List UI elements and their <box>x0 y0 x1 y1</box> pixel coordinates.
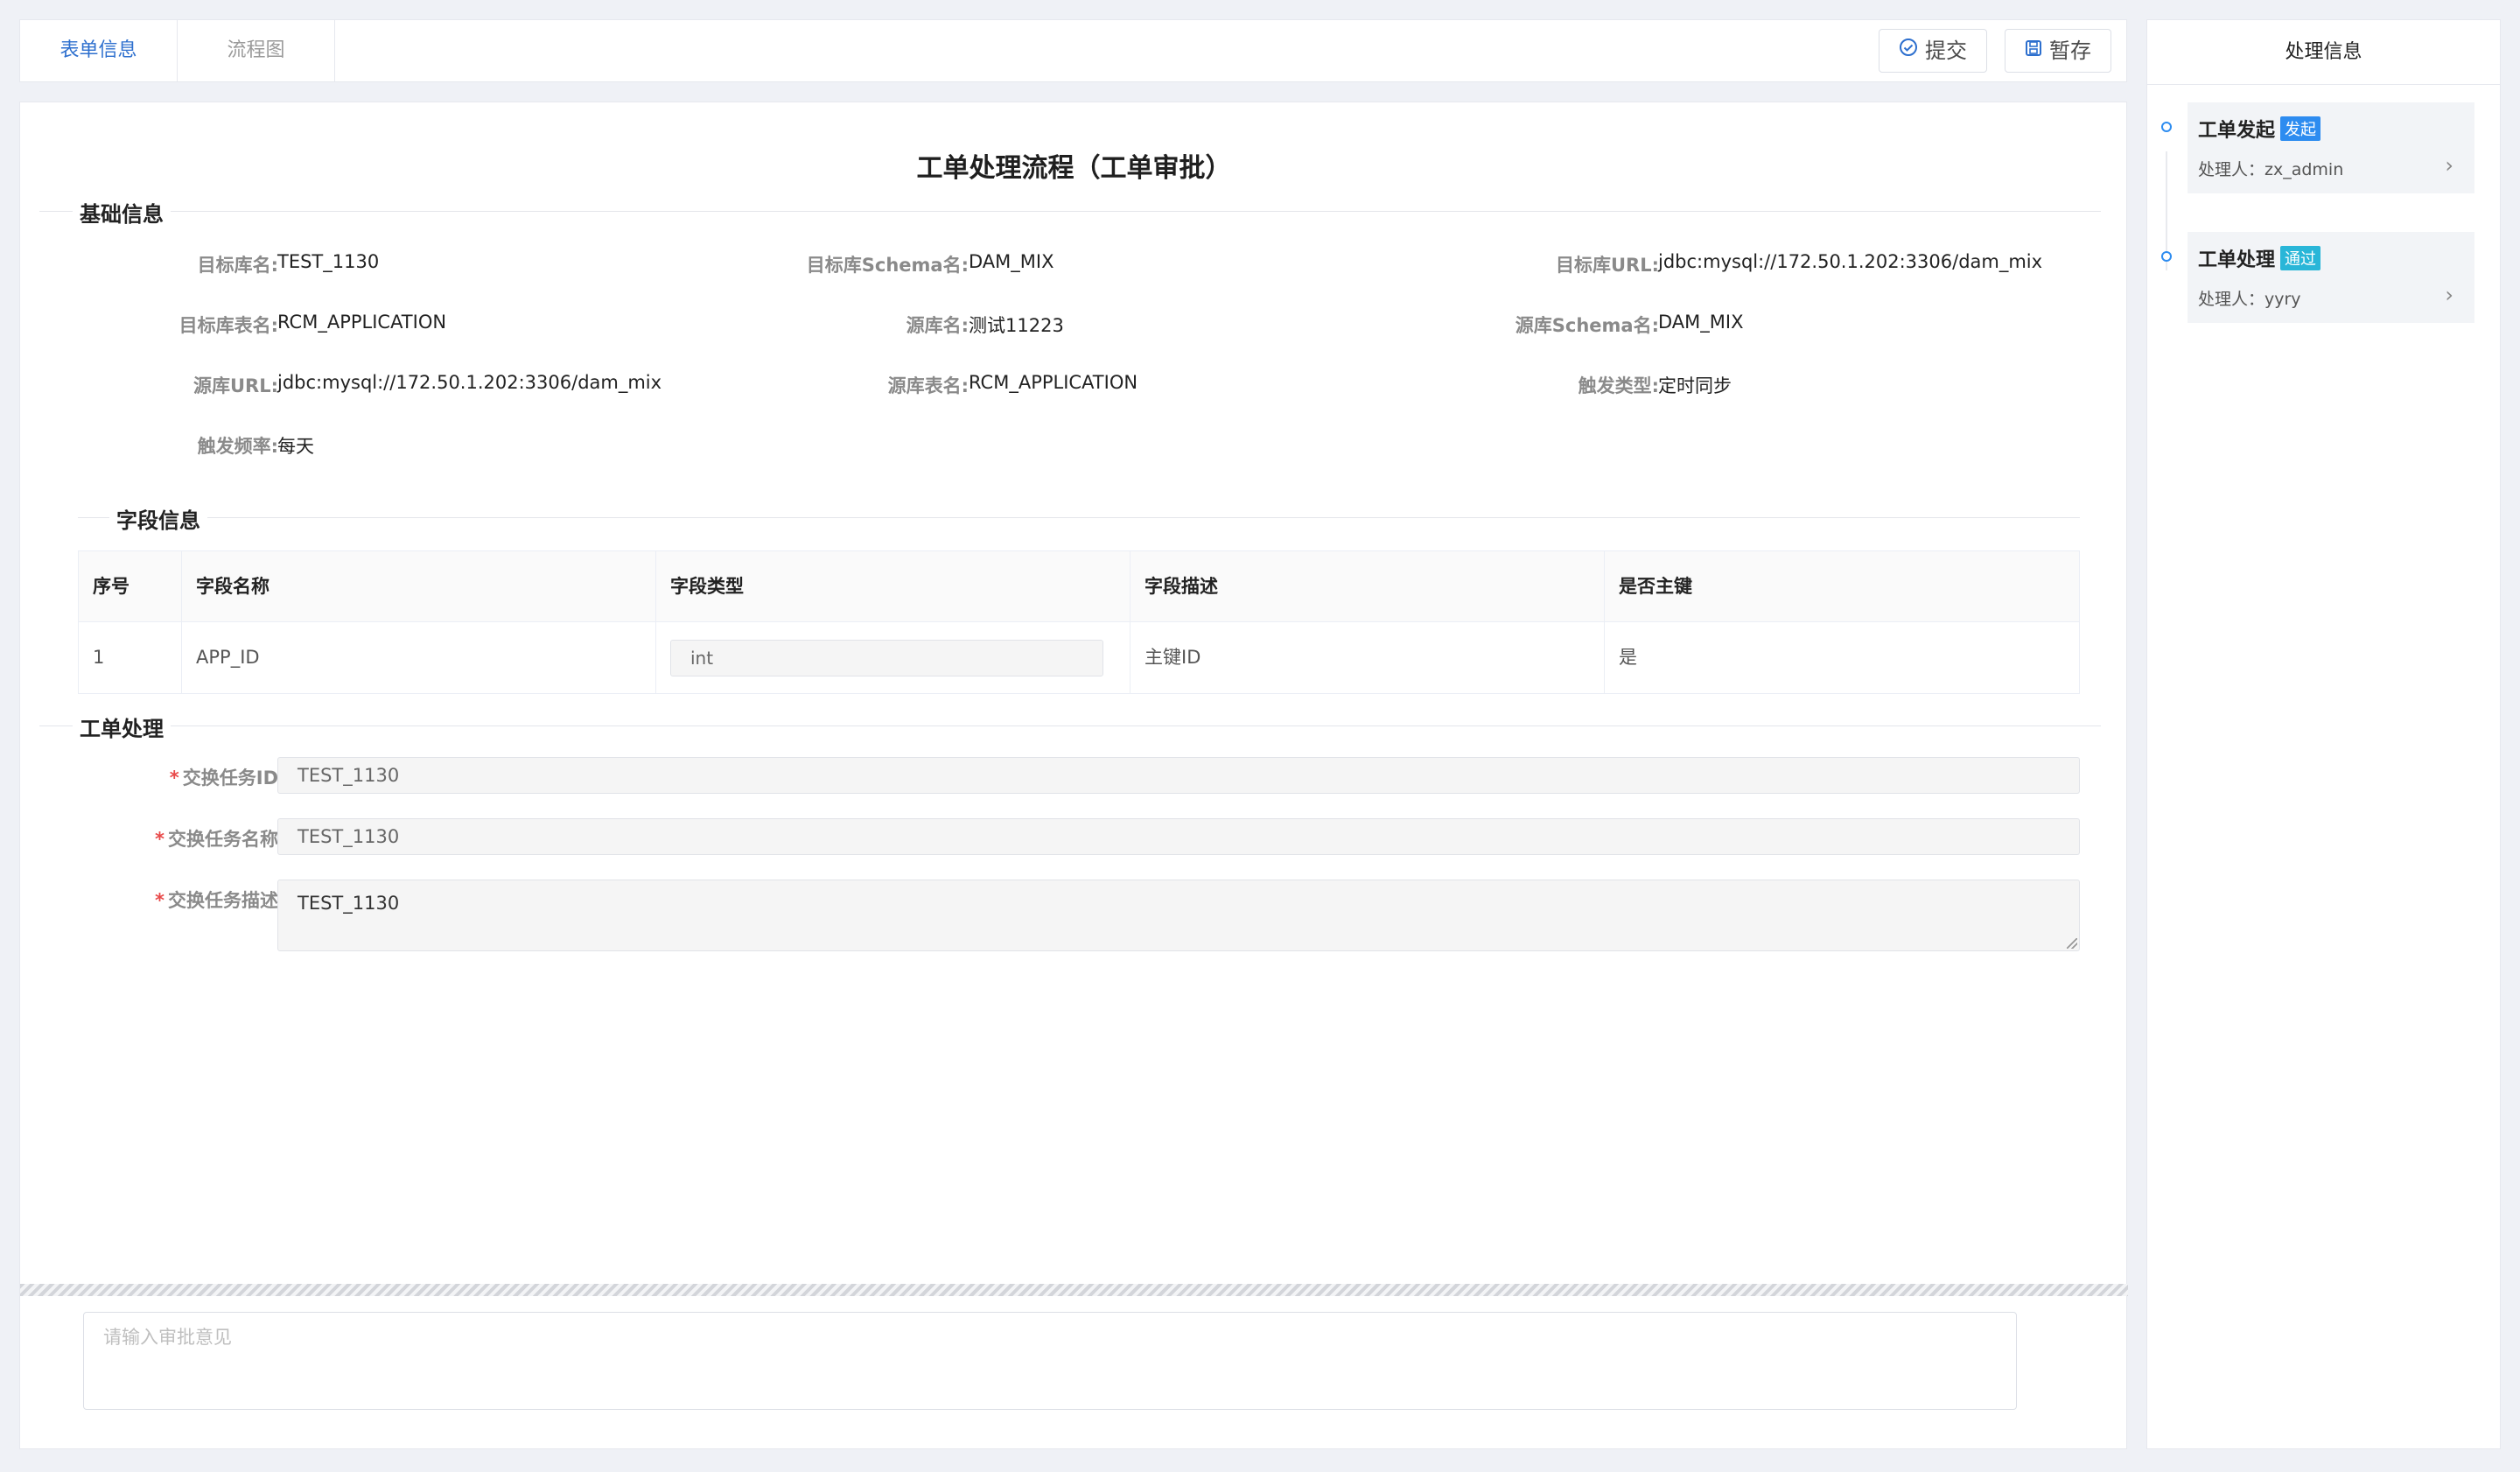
cell-field-type: int <box>656 622 1130 693</box>
cell-no: 1 <box>79 622 182 693</box>
task-desc-textarea[interactable]: TEST_1130 <box>277 880 2080 951</box>
submit-button[interactable]: 提交 <box>1879 29 1987 73</box>
required-mark: * <box>155 890 164 911</box>
task-id-label: * 交换任务ID <box>169 768 278 789</box>
splitter-handle[interactable] <box>20 1284 2128 1296</box>
column-header: 字段描述 <box>1130 551 1605 622</box>
column-header: 是否主键 <box>1619 576 1692 597</box>
field-type-input[interactable]: int <box>670 640 1103 676</box>
field-label: 源库表名: <box>887 375 969 396</box>
task-name-input[interactable]: TEST_1130 <box>277 818 2080 855</box>
column-header: 序号 <box>79 551 182 622</box>
approval-opinion-input[interactable]: 请输入审批意见 <box>83 1312 2017 1410</box>
tab-form-info[interactable]: 表单信息 <box>20 20 178 81</box>
field-value: jdbc:mysql://172.50.1.202:3306/dam_mix <box>277 372 662 393</box>
field-label: 目标库名: <box>197 255 278 276</box>
field-value: DAM_MIX <box>1658 312 1744 333</box>
section-title-basic: 基础信息 <box>73 197 171 228</box>
required-mark: * <box>169 768 179 789</box>
field-value: TEST_1130 <box>277 251 380 272</box>
column-header: 字段名称 <box>182 551 656 622</box>
timeline-step-initiate[interactable]: 工单发起 发起 处理人：zx_admin › <box>2188 102 2474 193</box>
page-title: 工单处理流程（工单审批） <box>916 153 1232 184</box>
field-label: 目标库表名: <box>178 315 278 336</box>
timeline-step-process[interactable]: 工单处理 通过 处理人：yyry › <box>2188 232 2474 323</box>
timeline-dot <box>2161 122 2172 132</box>
cell-primary-key: 是 <box>1619 647 1637 668</box>
task-desc-value: TEST_1130 <box>298 893 400 914</box>
section-title-process: 工单处理 <box>73 711 171 742</box>
table-row: 1 APP_ID int 主键ID 是 <box>79 622 2079 693</box>
task-id-input[interactable]: TEST_1130 <box>277 757 2080 794</box>
status-badge: 发起 <box>2280 116 2321 141</box>
processing-info-panel: 处理信息 工单发起 发起 处理人：zx_admin › 工单处理 通过 处理人：… <box>2146 19 2501 1449</box>
field-label: 源库Schema名: <box>1515 315 1659 336</box>
field-label: 目标库Schema名: <box>806 255 969 276</box>
main-form-card: 工单处理流程（工单审批） 基础信息 目标库名: TEST_1130 目标库Sch… <box>19 102 2128 1449</box>
tab-bar: 表单信息 流程图 提交 暂存 <box>19 19 2127 82</box>
field-value: 每天 <box>277 436 314 457</box>
field-value: 测试11223 <box>969 315 1064 336</box>
status-badge: 通过 <box>2280 246 2321 270</box>
chevron-right-icon[interactable]: › <box>2445 153 2454 178</box>
save-draft-button[interactable]: 暂存 <box>2005 29 2111 73</box>
resize-handle-icon[interactable] <box>2067 938 2077 949</box>
section-divider <box>39 725 2101 726</box>
cell-field-name: APP_ID <box>182 622 656 693</box>
field-value: jdbc:mysql://172.50.1.202:3306/dam_mix <box>1658 251 2043 272</box>
task-name-label: * 交换任务名称 <box>155 829 278 850</box>
field-label: 源库URL: <box>192 375 278 396</box>
field-label: 触发类型: <box>1578 375 1659 396</box>
field-label: 源库名: <box>906 315 969 336</box>
save-icon <box>2025 30 2042 72</box>
tab-flowchart[interactable]: 流程图 <box>178 20 335 81</box>
field-value: 定时同步 <box>1658 375 1732 396</box>
field-value: RCM_APPLICATION <box>277 312 447 333</box>
step-handler: 处理人：yyry <box>2198 290 2301 309</box>
cell-field-desc: 主键ID <box>1130 622 1605 693</box>
step-title: 工单处理 <box>2198 249 2276 271</box>
field-value: DAM_MIX <box>969 251 1054 272</box>
chevron-right-icon[interactable]: › <box>2445 283 2454 307</box>
step-handler: 处理人：zx_admin <box>2198 160 2344 179</box>
field-value: RCM_APPLICATION <box>969 372 1138 393</box>
required-mark: * <box>155 829 164 850</box>
column-header: 字段类型 <box>656 551 1130 622</box>
section-divider <box>78 517 2080 518</box>
step-title: 工单发起 <box>2198 120 2276 142</box>
timeline-dot <box>2161 251 2172 262</box>
section-divider <box>39 211 2101 212</box>
check-circle-icon <box>1899 30 1918 72</box>
save-draft-label: 暂存 <box>2049 39 2091 63</box>
panel-title: 处理信息 <box>2147 20 2500 85</box>
fields-table: 序号 字段名称 字段类型 字段描述 是否主键 1 APP_ID int 主键ID… <box>78 550 2080 694</box>
task-desc-label: * 交换任务描述 <box>155 890 278 911</box>
table-header-row: 序号 字段名称 字段类型 字段描述 是否主键 <box>79 551 2079 622</box>
submit-label: 提交 <box>1925 39 1967 63</box>
section-title-fields: 字段信息 <box>109 503 207 534</box>
field-label: 目标库URL: <box>1555 255 1659 276</box>
field-label: 触发频率: <box>197 436 278 457</box>
